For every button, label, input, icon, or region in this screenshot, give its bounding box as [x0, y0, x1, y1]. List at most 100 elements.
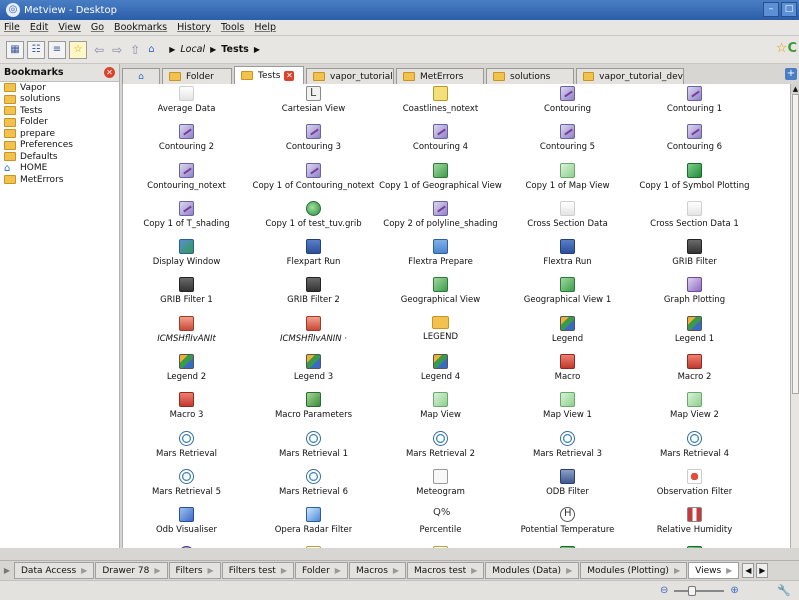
drawer-tab[interactable]: Filters ▶	[168, 562, 221, 579]
desktop-icon-item[interactable]: Copy 1 of Map View	[504, 162, 631, 201]
desktop-icon-item[interactable]: Meteogram	[377, 468, 504, 507]
desktop-icon-item[interactable]: Percentile	[377, 507, 504, 545]
desktop-icon-item[interactable]: Map View 2	[631, 392, 758, 430]
minimize-button[interactable]: –	[763, 2, 779, 17]
desktop-icon-item[interactable]: Copy 1 of Geographical View	[377, 162, 504, 201]
desktop-icon-item[interactable]	[123, 545, 250, 548]
forward-arrow-icon[interactable]: ⇨	[112, 43, 122, 57]
desktop-icon-item[interactable]: ODB Filter	[504, 468, 631, 507]
bookmark-item[interactable]: Tests	[0, 105, 119, 117]
desktop-icon-item[interactable]: Macro Parameters	[250, 392, 377, 430]
scroll-up-icon[interactable]: ▲	[791, 84, 799, 94]
desktop-icon-item[interactable]: Contouring 6	[631, 124, 758, 162]
menu-edit[interactable]: Edit	[30, 22, 48, 33]
desktop-icon-item[interactable]: Odb Visualiser	[123, 507, 250, 545]
desktop-icon-item[interactable]	[631, 545, 758, 548]
desktop-icon-item[interactable]: Contouring	[504, 86, 631, 124]
desktop-icon-item[interactable]: Legend 2	[123, 354, 250, 392]
scroll-thumb[interactable]	[792, 94, 799, 394]
up-arrow-icon[interactable]: ⇧	[130, 43, 140, 57]
desktop-icon-item[interactable]: Contouring 1	[631, 86, 758, 124]
menu-view[interactable]: View	[58, 22, 81, 33]
desktop-icon-item[interactable]: Cross Section Data 1	[631, 200, 758, 239]
desktop-icon-item[interactable]: Copy 1 of Symbol Plotting	[631, 162, 758, 201]
menu-help[interactable]: Help	[254, 22, 276, 33]
bookmark-item[interactable]: MetErrors	[0, 174, 119, 186]
zoom-slider-knob[interactable]	[688, 585, 697, 596]
desktop-icon-item[interactable]: Contouring 2	[123, 124, 250, 162]
desktop-icon-item[interactable]: Copy 1 of test_tuv.grib	[250, 200, 377, 239]
drawer-tab[interactable]: Drawer 78 ▶	[95, 562, 168, 579]
zoom-in-icon[interactable]: ⊕	[730, 585, 738, 596]
desktop-icon-item[interactable]: Legend 1	[631, 315, 758, 354]
desktop-icon-item[interactable]: Average Data	[123, 86, 250, 124]
drawer-tab[interactable]: Data Access ▶	[14, 562, 95, 579]
drawer-arrow-icon[interactable]: ▶	[281, 566, 287, 575]
desktop-icon-item[interactable]: ICMSHflIvANIt	[123, 315, 250, 354]
new-tab-icon[interactable]: +	[785, 68, 797, 80]
menu-file[interactable]: File	[4, 22, 20, 33]
drawer-arrow-icon[interactable]: ▶	[674, 566, 680, 575]
drawer-arrow-icon[interactable]: ▶	[154, 566, 160, 575]
drawer-left-arrow-icon[interactable]: ▶	[0, 566, 14, 575]
desktop-icon-item[interactable]: Macro 3	[123, 392, 250, 430]
drawer-tab[interactable]: Views ▶	[688, 562, 740, 579]
desktop-icon-item[interactable]: Mars Retrieval 4	[631, 430, 758, 469]
menu-history[interactable]: History	[177, 22, 211, 33]
desktop-icon-item[interactable]: Mars Retrieval 1	[250, 430, 377, 469]
bookmark-item[interactable]: Vapor	[0, 82, 119, 94]
desktop-icon-item[interactable]: Legend 4	[377, 354, 504, 392]
bookmark-item[interactable]: Folder	[0, 117, 119, 129]
desktop-icon-item[interactable]: GRIB Filter 2	[250, 277, 377, 315]
desktop-icon-item[interactable]: Macro	[504, 354, 631, 392]
drawer-arrow-icon[interactable]: ▶	[726, 566, 732, 575]
desktop-icon-item[interactable]: Cross Section Data	[504, 200, 631, 239]
folder-tab[interactable]: solutions	[486, 68, 574, 84]
breadcrumb-current[interactable]: Tests	[221, 44, 249, 55]
drawer-tab[interactable]: Macros test ▶	[407, 562, 485, 579]
desktop-icon-item[interactable]: Mars Retrieval 2	[377, 430, 504, 469]
desktop-icon-item[interactable]: Flexpart Run	[250, 239, 377, 277]
desktop-icon-item[interactable]: Flextra Prepare	[377, 239, 504, 277]
desktop-icon-item[interactable]: Map View	[377, 392, 504, 430]
folder-tab[interactable]: vapor_tutorial	[306, 68, 394, 84]
home-icon[interactable]: ⌂	[148, 44, 160, 55]
folder-tab[interactable]: Folder	[162, 68, 232, 84]
bookmark-item[interactable]: ⌂ HOME	[0, 163, 119, 175]
breadcrumb-local[interactable]: Local	[180, 44, 205, 55]
bookmark-item[interactable]: prepare	[0, 128, 119, 140]
bookmark-item[interactable]: Preferences	[0, 140, 119, 152]
menu-tools[interactable]: Tools	[221, 22, 244, 33]
desktop-icon-item[interactable]: Mars Retrieval 3	[504, 430, 631, 469]
desktop-icon-item[interactable]: Contouring_notext	[123, 162, 250, 201]
detailed-view-button[interactable]: ☷	[27, 40, 45, 59]
desktop-icon-item[interactable]: GRIB Filter	[631, 239, 758, 277]
close-icon[interactable]: ✕	[104, 67, 115, 78]
wrench-icon[interactable]: 🔧	[777, 584, 791, 597]
folder-tab[interactable]: MetErrors	[396, 68, 484, 84]
desktop-icon-item[interactable]: GRIB Filter 1	[123, 277, 250, 315]
tab-home[interactable]: ⌂	[122, 68, 160, 84]
folder-tab[interactable]: vapor_tutorial_dev	[576, 68, 684, 84]
drawer-tab[interactable]: Filters test ▶	[221, 562, 294, 579]
desktop-icon-item[interactable]: Mars Retrieval	[123, 430, 250, 469]
desktop-icon-item[interactable]: Potential Temperature	[504, 507, 631, 545]
drawer-tab[interactable]: Folder ▶	[294, 562, 348, 579]
folder-tab[interactable]: Tests ✕	[234, 66, 304, 84]
desktop-icon-item[interactable]: Macro 2	[631, 354, 758, 392]
menu-bookmarks[interactable]: Bookmarks	[114, 22, 167, 33]
drawer-arrow-icon[interactable]: ▶	[393, 566, 399, 575]
drawer-scroll-right-icon[interactable]: ▶	[756, 563, 769, 578]
desktop-icon-item[interactable]	[377, 545, 504, 548]
list-view-button[interactable]: ≡	[48, 40, 66, 59]
desktop-icon-item[interactable]: Graph Plotting	[631, 277, 758, 315]
desktop-icon-item[interactable]: Observation Filter	[631, 468, 758, 507]
drawer-arrow-icon[interactable]: ▶	[335, 566, 341, 575]
desktop-icon-item[interactable]: Legend	[504, 315, 631, 354]
desktop-icon-item[interactable]: ICMSHflIvANIN ·	[250, 315, 377, 354]
desktop-icon-item[interactable]: Map View 1	[504, 392, 631, 430]
desktop-icon-item[interactable]: Copy 2 of polyline_shading	[377, 200, 504, 239]
desktop-icon-item[interactable]: Mars Retrieval 5	[123, 468, 250, 507]
drawer-arrow-icon[interactable]: ▶	[471, 566, 477, 575]
desktop-icon-item[interactable]: Legend 3	[250, 354, 377, 392]
